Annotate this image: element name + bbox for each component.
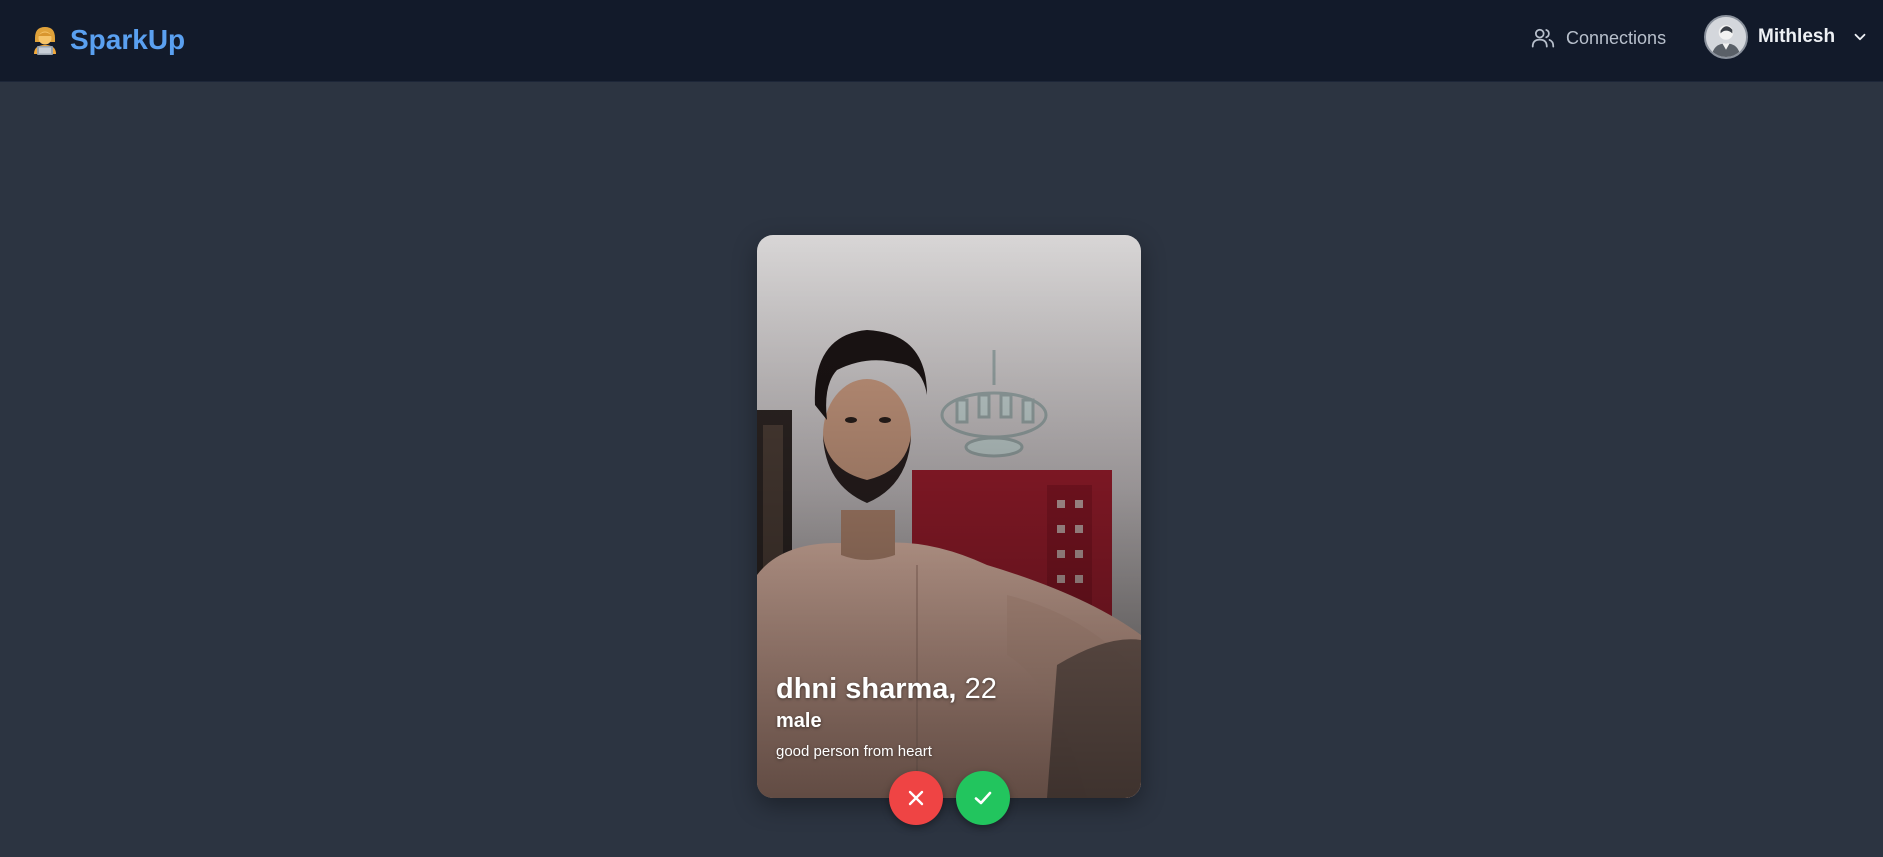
profile-card[interactable]: dhni sharma, 22 male good person from he… bbox=[757, 235, 1141, 798]
avatar[interactable] bbox=[1704, 15, 1748, 59]
profile-title: dhni sharma, 22 bbox=[776, 672, 1122, 706]
brand-logo[interactable]: SparkUp bbox=[30, 20, 185, 60]
navbar: SparkUp Connections Mithlesh bbox=[0, 0, 1883, 82]
check-icon bbox=[974, 791, 992, 805]
users-icon bbox=[1531, 28, 1555, 48]
user-name: Mithlesh bbox=[1758, 26, 1836, 47]
profile-age: 22 bbox=[964, 673, 997, 705]
profile-bio: good person from heart bbox=[776, 743, 932, 760]
technologist-emoji-icon bbox=[34, 27, 56, 55]
profile-info: dhni sharma, 22 male good person from he… bbox=[776, 672, 1122, 760]
profile-gender: male bbox=[776, 710, 822, 732]
user-menu[interactable]: Mithlesh bbox=[1704, 14, 1869, 60]
close-icon bbox=[908, 790, 924, 806]
user-avatar-icon bbox=[1706, 17, 1746, 57]
accept-button[interactable] bbox=[956, 771, 1010, 825]
chevron-down-icon[interactable] bbox=[1851, 28, 1869, 46]
connections-link[interactable]: Connections bbox=[1530, 24, 1666, 52]
brand-name: SparkUp bbox=[70, 24, 186, 55]
profile-name: dhni sharma, bbox=[776, 673, 957, 705]
connections-label: Connections bbox=[1566, 27, 1667, 48]
reject-button[interactable] bbox=[889, 771, 943, 825]
